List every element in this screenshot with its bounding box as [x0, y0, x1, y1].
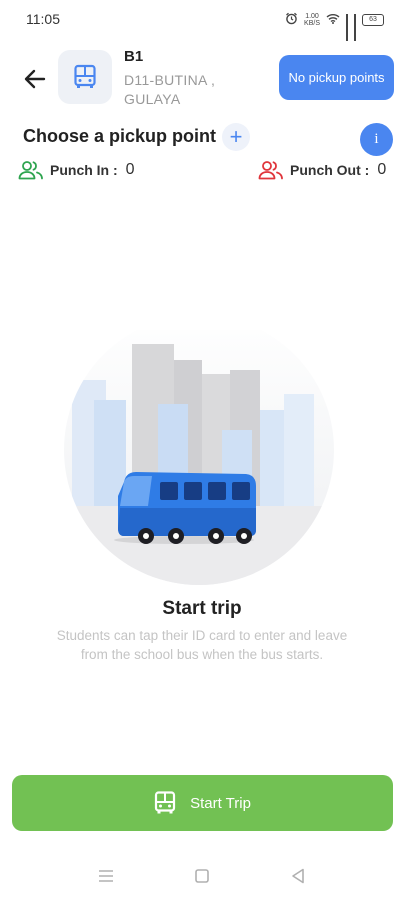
punch-in-count: Punch In : 0	[18, 160, 135, 180]
status-icons: 1.00 KB/S 63	[285, 12, 384, 41]
status-bar: 11:05 1.00 KB/S 63	[0, 0, 404, 41]
triangle-back-icon	[292, 868, 304, 884]
punch-out-count: Punch Out : 0	[258, 160, 386, 180]
add-pickup-button[interactable]: +	[222, 123, 250, 151]
users-icon	[18, 161, 43, 180]
empty-state-title: Start trip	[162, 598, 242, 619]
start-trip-button[interactable]: Start Trip	[12, 775, 393, 831]
info-button[interactable]: i	[360, 123, 393, 156]
alarm-icon	[285, 12, 298, 27]
info-icon: i	[374, 131, 379, 147]
bus-city-illustration	[64, 315, 334, 600]
start-trip-label: Start Trip	[190, 794, 251, 812]
wifi-icon	[326, 13, 340, 26]
empty-state-description: Students can tap their ID card to enter …	[56, 628, 348, 662]
route-avatar	[58, 50, 112, 104]
plus-icon: +	[229, 124, 243, 149]
punch-out-label: Punch Out :	[290, 162, 370, 178]
bus-icon	[154, 791, 176, 814]
square-icon	[195, 869, 209, 883]
users-icon	[258, 161, 283, 180]
status-time: 11:05	[26, 11, 60, 27]
menu-lines-icon	[99, 870, 113, 882]
route-name: B1	[124, 48, 144, 65]
bus-graphic	[114, 472, 256, 544]
choose-pickup-title: Choose a pickup point	[23, 126, 217, 146]
recents-button[interactable]	[94, 864, 118, 888]
battery-icon: 63	[362, 13, 384, 26]
punch-in-value: 0	[125, 161, 135, 178]
back-button[interactable]	[18, 62, 52, 96]
system-nav-bar	[0, 856, 404, 896]
system-back-button[interactable]	[286, 864, 310, 888]
no-pickup-points-button[interactable]: No pickup points	[279, 55, 394, 100]
arrow-left-icon	[24, 69, 46, 89]
signal-icon-2	[354, 14, 356, 41]
route-subtitle: D11-BUTINA , GULAYA	[124, 72, 216, 107]
punch-out-value: 0	[377, 161, 387, 178]
network-speed: 1.00 KB/S	[304, 12, 320, 27]
home-button[interactable]	[190, 864, 214, 888]
signal-icon	[346, 14, 348, 41]
bus-icon	[74, 64, 96, 88]
punch-in-label: Punch In :	[50, 162, 118, 178]
